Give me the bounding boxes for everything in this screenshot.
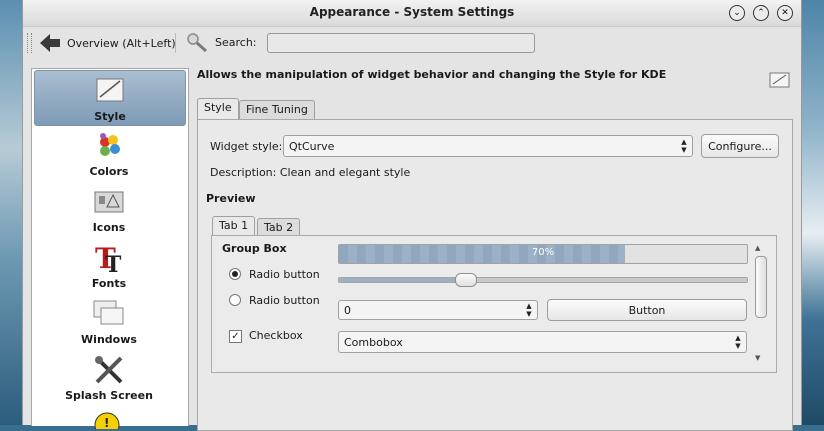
minimize-button[interactable]: ⌄ <box>729 5 745 21</box>
tab-style[interactable]: Style <box>197 98 239 119</box>
toolbar: Overview (Alt+Left) Search: <box>23 27 801 59</box>
sidebar-item-fonts[interactable]: T T Fonts <box>34 238 184 292</box>
windows-icon <box>93 300 124 325</box>
partial-sidebar-icon: ! <box>94 412 120 429</box>
title-bar: Appearance - System Settings ⌄ ⌃ ✕ <box>23 0 801 27</box>
widget-style-label: Widget style: <box>210 140 283 153</box>
slider-thumb[interactable] <box>455 273 478 287</box>
icons-icon <box>94 191 124 213</box>
combo-arrows-icon: ▲ ▼ <box>681 138 687 154</box>
splash-screen-icon <box>95 356 123 384</box>
sidebar-item-label: Fonts <box>91 277 127 290</box>
sidebar-item-splash-screen[interactable]: Splash Screen <box>34 350 184 404</box>
style-icon <box>96 78 124 102</box>
tab-fine-tuning[interactable]: Fine Tuning <box>239 100 315 119</box>
style-panel: Widget style: QtCurve ▲ ▼ Configure... De… <box>197 119 793 431</box>
window-title: Appearance - System Settings <box>309 5 515 19</box>
radio-button-2-label: Radio button <box>249 294 320 307</box>
fonts-icon: T T <box>95 242 122 272</box>
sidebar-item-label: Splash Screen <box>65 389 153 402</box>
spin-arrows-icon: ▲ ▼ <box>526 302 532 318</box>
slider-fill <box>339 278 466 282</box>
sidebar-item-colors[interactable]: Colors <box>34 126 184 180</box>
colors-icon <box>100 133 120 156</box>
preview-spinbox[interactable]: 0 ▲ ▼ <box>338 300 538 320</box>
combobox-value: Combobox <box>344 336 403 349</box>
style-description: Description: Clean and elegant style <box>210 166 411 179</box>
radio-button-1-label: Radio button <box>249 268 320 281</box>
preview-button[interactable]: Button <box>547 299 747 321</box>
scroll-down-icon[interactable]: ▼ <box>755 354 760 362</box>
search-icon <box>187 33 207 53</box>
radio-button-2[interactable] <box>229 294 241 306</box>
close-button[interactable]: ✕ <box>777 5 793 21</box>
preview-checkbox[interactable]: ✓ <box>229 330 242 343</box>
scroll-up-icon[interactable]: ▲ <box>755 244 760 252</box>
preview-progress-bar: 70% <box>338 244 748 264</box>
settings-window: Appearance - System Settings ⌄ ⌃ ✕ Overv… <box>22 0 802 431</box>
radio-button-1[interactable] <box>229 268 241 280</box>
desktop-background-left <box>0 0 22 425</box>
preview-panel: Group Box 70% Radio button Radio button … <box>211 235 777 373</box>
combo-arrows-icon: ▲ ▼ <box>735 334 741 350</box>
toolbar-grip[interactable] <box>27 33 32 53</box>
toolbar-separator <box>175 33 176 53</box>
sidebar-item-label: Colors <box>89 165 129 178</box>
style-corner-icon[interactable] <box>769 71 791 89</box>
progress-text: 70% <box>531 247 555 258</box>
search-input[interactable] <box>267 33 535 53</box>
scrollbar-thumb[interactable] <box>755 256 767 318</box>
search-label: Search: <box>215 36 257 49</box>
preview-tab-1[interactable]: Tab 1 <box>212 216 256 237</box>
widget-style-select[interactable]: QtCurve ▲ ▼ <box>283 135 693 157</box>
svg-text:T: T <box>105 252 122 272</box>
overview-back-button[interactable]: Overview (Alt+Left) <box>39 32 176 54</box>
sidebar-item-label: Style <box>94 110 126 123</box>
preview-slider[interactable] <box>338 273 748 287</box>
preview-scrollbar[interactable]: ▲ ▼ <box>754 244 768 364</box>
sidebar-item-style[interactable]: Style <box>34 70 186 126</box>
sidebar-item-icons[interactable]: Icons <box>34 182 184 236</box>
sidebar-item-label: Windows <box>81 333 137 346</box>
sidebar-item-label: Icons <box>92 221 126 234</box>
desktop-background-right <box>800 0 824 425</box>
arrow-left-icon <box>40 34 60 52</box>
configure-button[interactable]: Configure... <box>701 134 779 158</box>
overview-back-label: Overview (Alt+Left) <box>67 36 176 50</box>
sidebar: Style Colors Icons T T Fonts Windows Spl… <box>31 68 189 429</box>
sidebar-item-windows[interactable]: Windows <box>34 294 184 348</box>
preview-combobox[interactable]: Combobox ▲ ▼ <box>338 331 747 353</box>
widget-style-value: QtCurve <box>289 140 335 153</box>
group-box-label: Group Box <box>222 242 287 255</box>
svg-text:!: ! <box>104 416 109 429</box>
spinbox-value: 0 <box>344 304 351 317</box>
checkbox-label: Checkbox <box>249 329 303 342</box>
maximize-button[interactable]: ⌃ <box>753 5 769 21</box>
page-heading: Allows the manipulation of widget behavi… <box>197 68 667 81</box>
preview-label: Preview <box>206 192 256 205</box>
